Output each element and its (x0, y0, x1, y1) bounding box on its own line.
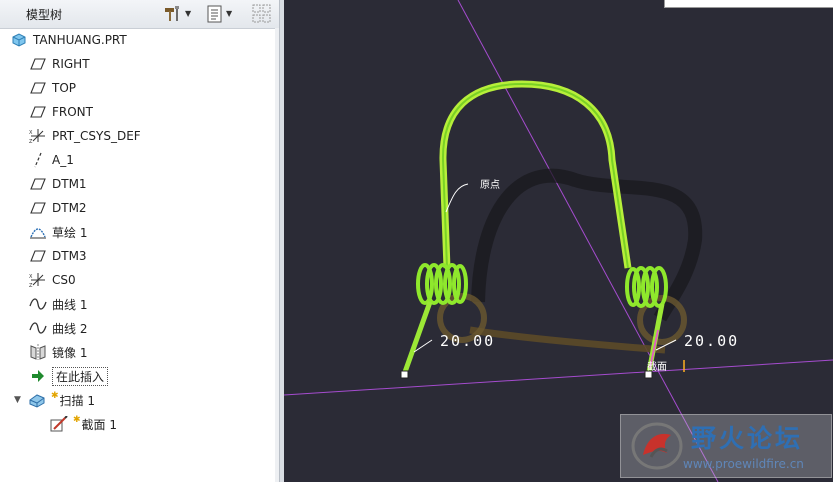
model-graphics: 原点 20.00 20.00 截面 (284, 0, 833, 482)
datum-plane-icon (29, 104, 47, 120)
tree-item-label: TOP (52, 81, 77, 95)
tree-settings-button[interactable]: ▼ (163, 4, 191, 23)
list-show-icon (207, 5, 222, 22)
tree-item-label: 截面 1 (81, 417, 117, 432)
tree-item-top[interactable]: TOP (29, 77, 76, 99)
section-label: 截面 (647, 360, 667, 373)
viewport-status-box (664, 0, 833, 8)
tree-item-label: FRONT (52, 105, 93, 119)
forum-watermark: 野火论坛 www.proewildfire.cn (620, 414, 832, 478)
tree-item-sketch-1[interactable]: 草绘 1 (29, 221, 87, 243)
datum-plane-icon (29, 56, 47, 72)
sketch-icon (29, 224, 47, 240)
chevron-down-icon: ▼ (185, 9, 192, 18)
svg-text:X: X (29, 274, 33, 280)
tree-item-right[interactable]: RIGHT (29, 53, 90, 75)
model-tree-list: TANHUANG.PRT RIGHT TOP FRONT XZ PRT_CSYS… (0, 28, 279, 482)
spring-shadow-base (469, 326, 666, 354)
svg-text:Z: Z (29, 283, 33, 288)
flame-logo-icon (631, 422, 683, 470)
tree-item-label: 镜像 1 (52, 345, 88, 360)
spring-coil-left (416, 263, 468, 305)
tree-item-mirror-1[interactable]: 镜像 1 (29, 341, 87, 363)
tree-item-front[interactable]: FRONT (29, 101, 93, 123)
origin-label: 原点 (480, 179, 500, 191)
dimension-left[interactable]: 20.00 (440, 332, 495, 350)
datum-plane-icon (29, 248, 47, 264)
tree-item-curve-2[interactable]: 曲线 2 (29, 317, 87, 339)
insert-here-arrow-icon (29, 368, 47, 384)
regen-star-icon: ✱ (51, 391, 59, 401)
curve-icon (29, 320, 47, 336)
datum-plane-icon (29, 176, 47, 192)
tree-item-label: TANHUANG.PRT (33, 33, 127, 47)
curve-icon (29, 296, 47, 312)
tree-item-dtm1[interactable]: DTM1 (29, 173, 87, 195)
tree-item-label: PRT_CSYS_DEF (52, 129, 141, 143)
chevron-down-icon: ▼ (226, 9, 233, 18)
tree-filter-button[interactable] (252, 4, 272, 23)
tree-item-insert-here[interactable]: 在此插入 (29, 365, 109, 387)
part-icon (10, 32, 28, 48)
tree-item-cs0[interactable]: XZ CS0 (29, 269, 76, 291)
expand-toggle-icon[interactable]: ▼ (14, 395, 24, 405)
datum-plane-edge-diagonal (457, 0, 719, 482)
model-tree-title: 模型树 (26, 8, 63, 22)
watermark-url: www.proewildfire.cn (683, 457, 804, 471)
graphics-viewport[interactable]: 原点 20.00 20.00 截面 (284, 0, 833, 482)
model-tree-header: 模型树 ▼ ▼ (0, 0, 279, 29)
tree-item-label: 在此插入 (52, 366, 109, 386)
section-sketch-icon (50, 416, 68, 432)
tree-item-label: 曲线 2 (52, 321, 88, 336)
tree-item-prt-csys-def[interactable]: XZ PRT_CSYS_DEF (29, 125, 141, 147)
tree-item-label: DTM2 (52, 201, 87, 215)
tree-item-section-1[interactable]: ✱ 截面 1 (50, 413, 117, 435)
origin-leader (445, 183, 469, 213)
svg-text:Z: Z (29, 139, 33, 144)
datum-plane-icon (29, 200, 47, 216)
dimension-right[interactable]: 20.00 (684, 332, 739, 350)
datum-plane-icon (29, 80, 47, 96)
tree-item-label: RIGHT (52, 57, 90, 71)
filter-icon (252, 4, 271, 22)
tree-scrollbar[interactable] (275, 28, 279, 482)
tree-item-a-1[interactable]: A_1 (29, 149, 74, 171)
datum-axis-icon (29, 152, 47, 168)
tree-item-label: 曲线 1 (52, 297, 88, 312)
tree-item-label: 扫描 1 (59, 393, 95, 408)
coordinate-system-icon: XZ (29, 272, 47, 288)
tree-item-label: DTM1 (52, 177, 87, 191)
watermark-title: 野火论坛 (691, 424, 804, 453)
tree-item-label: 草绘 1 (52, 225, 88, 240)
sweep-feature-icon (28, 392, 46, 408)
model-tree-panel: 模型树 ▼ ▼ TANHUANG.PRT RIGHT TOP FRONT X Z… (0, 0, 280, 482)
regen-star-icon: ✱ (73, 415, 81, 425)
tree-item-label: CS0 (52, 273, 76, 287)
tree-item-sweep-1[interactable]: ▼ ✱ 扫描 1 (14, 389, 95, 411)
tree-item-root-part[interactable]: TANHUANG.PRT (10, 29, 127, 51)
tree-item-label: DTM3 (52, 249, 87, 263)
tree-item-dtm2[interactable]: DTM2 (29, 197, 87, 219)
coordinate-system-icon: XZ (29, 128, 47, 144)
hammer-settings-icon (165, 5, 179, 21)
tree-item-label: A_1 (52, 153, 74, 167)
tree-show-button[interactable]: ▼ (206, 4, 232, 23)
datum-plane-edge-horizontal (284, 359, 833, 396)
mirror-icon (29, 344, 47, 360)
endpoint-handle-left[interactable] (400, 370, 409, 379)
tree-item-curve-1[interactable]: 曲线 1 (29, 293, 87, 315)
tree-item-dtm3[interactable]: DTM3 (29, 245, 87, 267)
svg-text:X: X (29, 130, 33, 136)
spring-leg-left (402, 301, 433, 373)
